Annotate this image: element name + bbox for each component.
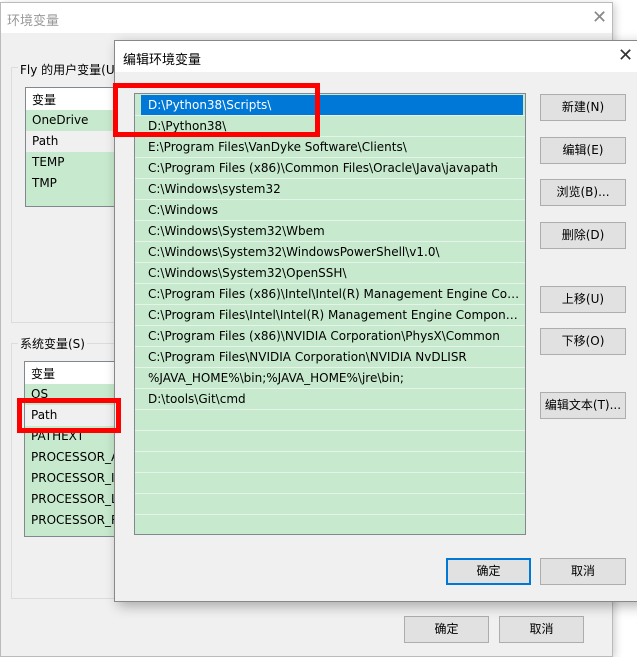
delete-button[interactable]: 删除(D) bbox=[540, 222, 626, 249]
cancel-button[interactable]: 取消 bbox=[540, 558, 626, 585]
user-vars-label: Fly 的用户变量(U) bbox=[18, 61, 122, 78]
path-item[interactable]: C:\Program Files (x86)\Intel\Intel(R) Ma… bbox=[141, 284, 523, 305]
path-item[interactable]: C:\Windows\System32\WindowsPowerShell\v1… bbox=[141, 242, 523, 263]
path-item[interactable]: C:\Program Files\Intel\Intel(R) Manageme… bbox=[141, 305, 523, 326]
window-title: 环境变量 bbox=[7, 14, 60, 29]
path-item[interactable]: %JAVA_HOME%\bin;%JAVA_HOME%\jre\bin; bbox=[141, 368, 523, 389]
cancel-button[interactable]: 取消 bbox=[499, 616, 584, 643]
list-item[interactable]: PROCESSOR_ID bbox=[25, 468, 123, 489]
system-vars-list[interactable]: 变量 OS Path PATHEXT PROCESSOR_A PROCESSOR… bbox=[24, 361, 124, 537]
edit-text-button[interactable]: 编辑文本(T)... bbox=[540, 392, 626, 419]
ok-button[interactable]: 确定 bbox=[446, 558, 531, 585]
system-vars-label: 系统变量(S) bbox=[18, 335, 87, 352]
dialog-title-bar: 编辑环境变量 ✕ bbox=[115, 41, 637, 72]
path-item[interactable]: C:\Windows\system32 bbox=[141, 179, 523, 200]
highlight-box-python-paths bbox=[113, 83, 320, 137]
ok-button[interactable]: 确定 bbox=[404, 616, 489, 643]
new-button[interactable]: 新建(N) bbox=[540, 94, 626, 121]
column-header[interactable]: 变量 bbox=[26, 88, 124, 110]
path-list[interactable]: D:\Python38\Scripts\ D:\Python38\ E:\Progr… bbox=[134, 93, 526, 535]
list-item[interactable]: PROCESSOR_R bbox=[25, 510, 123, 531]
edit-button[interactable]: 编辑(E) bbox=[540, 137, 626, 164]
path-item[interactable]: C:\Program Files (x86)\Common Files\Orac… bbox=[141, 158, 523, 179]
title-bar: 环境变量 ✕ bbox=[1, 3, 612, 33]
user-vars-list[interactable]: 变量 OneDrive Path TEMP TMP bbox=[25, 87, 125, 207]
list-item[interactable]: Path bbox=[26, 131, 124, 152]
list-item[interactable]: PROCESSOR_A bbox=[25, 447, 123, 468]
path-item[interactable]: C:\Windows\System32\Wbem bbox=[141, 221, 523, 242]
list-item[interactable]: PROCESSOR_L bbox=[25, 489, 123, 510]
close-icon[interactable]: ✕ bbox=[592, 9, 607, 27]
list-item[interactable]: TMP bbox=[26, 173, 124, 194]
list-item[interactable]: OneDrive bbox=[26, 110, 124, 131]
path-item[interactable]: E:\Program Files\VanDyke Software\Client… bbox=[141, 137, 523, 158]
column-header[interactable]: 变量 bbox=[25, 362, 123, 384]
move-down-button[interactable]: 下移(O) bbox=[540, 328, 626, 355]
path-item[interactable]: C:\Windows bbox=[141, 200, 523, 221]
browse-button[interactable]: 浏览(B)... bbox=[540, 179, 626, 206]
highlight-box-system-path bbox=[17, 398, 121, 433]
path-item[interactable]: C:\Program Files (x86)\NVIDIA Corporatio… bbox=[141, 326, 523, 347]
path-item[interactable]: C:\Program Files\NVIDIA Corporation\NVID… bbox=[141, 347, 523, 368]
close-icon[interactable]: ✕ bbox=[618, 47, 633, 65]
move-up-button[interactable]: 上移(U) bbox=[540, 286, 626, 313]
dialog-title: 编辑环境变量 bbox=[123, 53, 202, 68]
path-item[interactable]: C:\Windows\System32\OpenSSH\ bbox=[141, 263, 523, 284]
list-item[interactable]: TEMP bbox=[26, 152, 124, 173]
path-item[interactable]: D:\tools\Git\cmd bbox=[141, 389, 523, 410]
